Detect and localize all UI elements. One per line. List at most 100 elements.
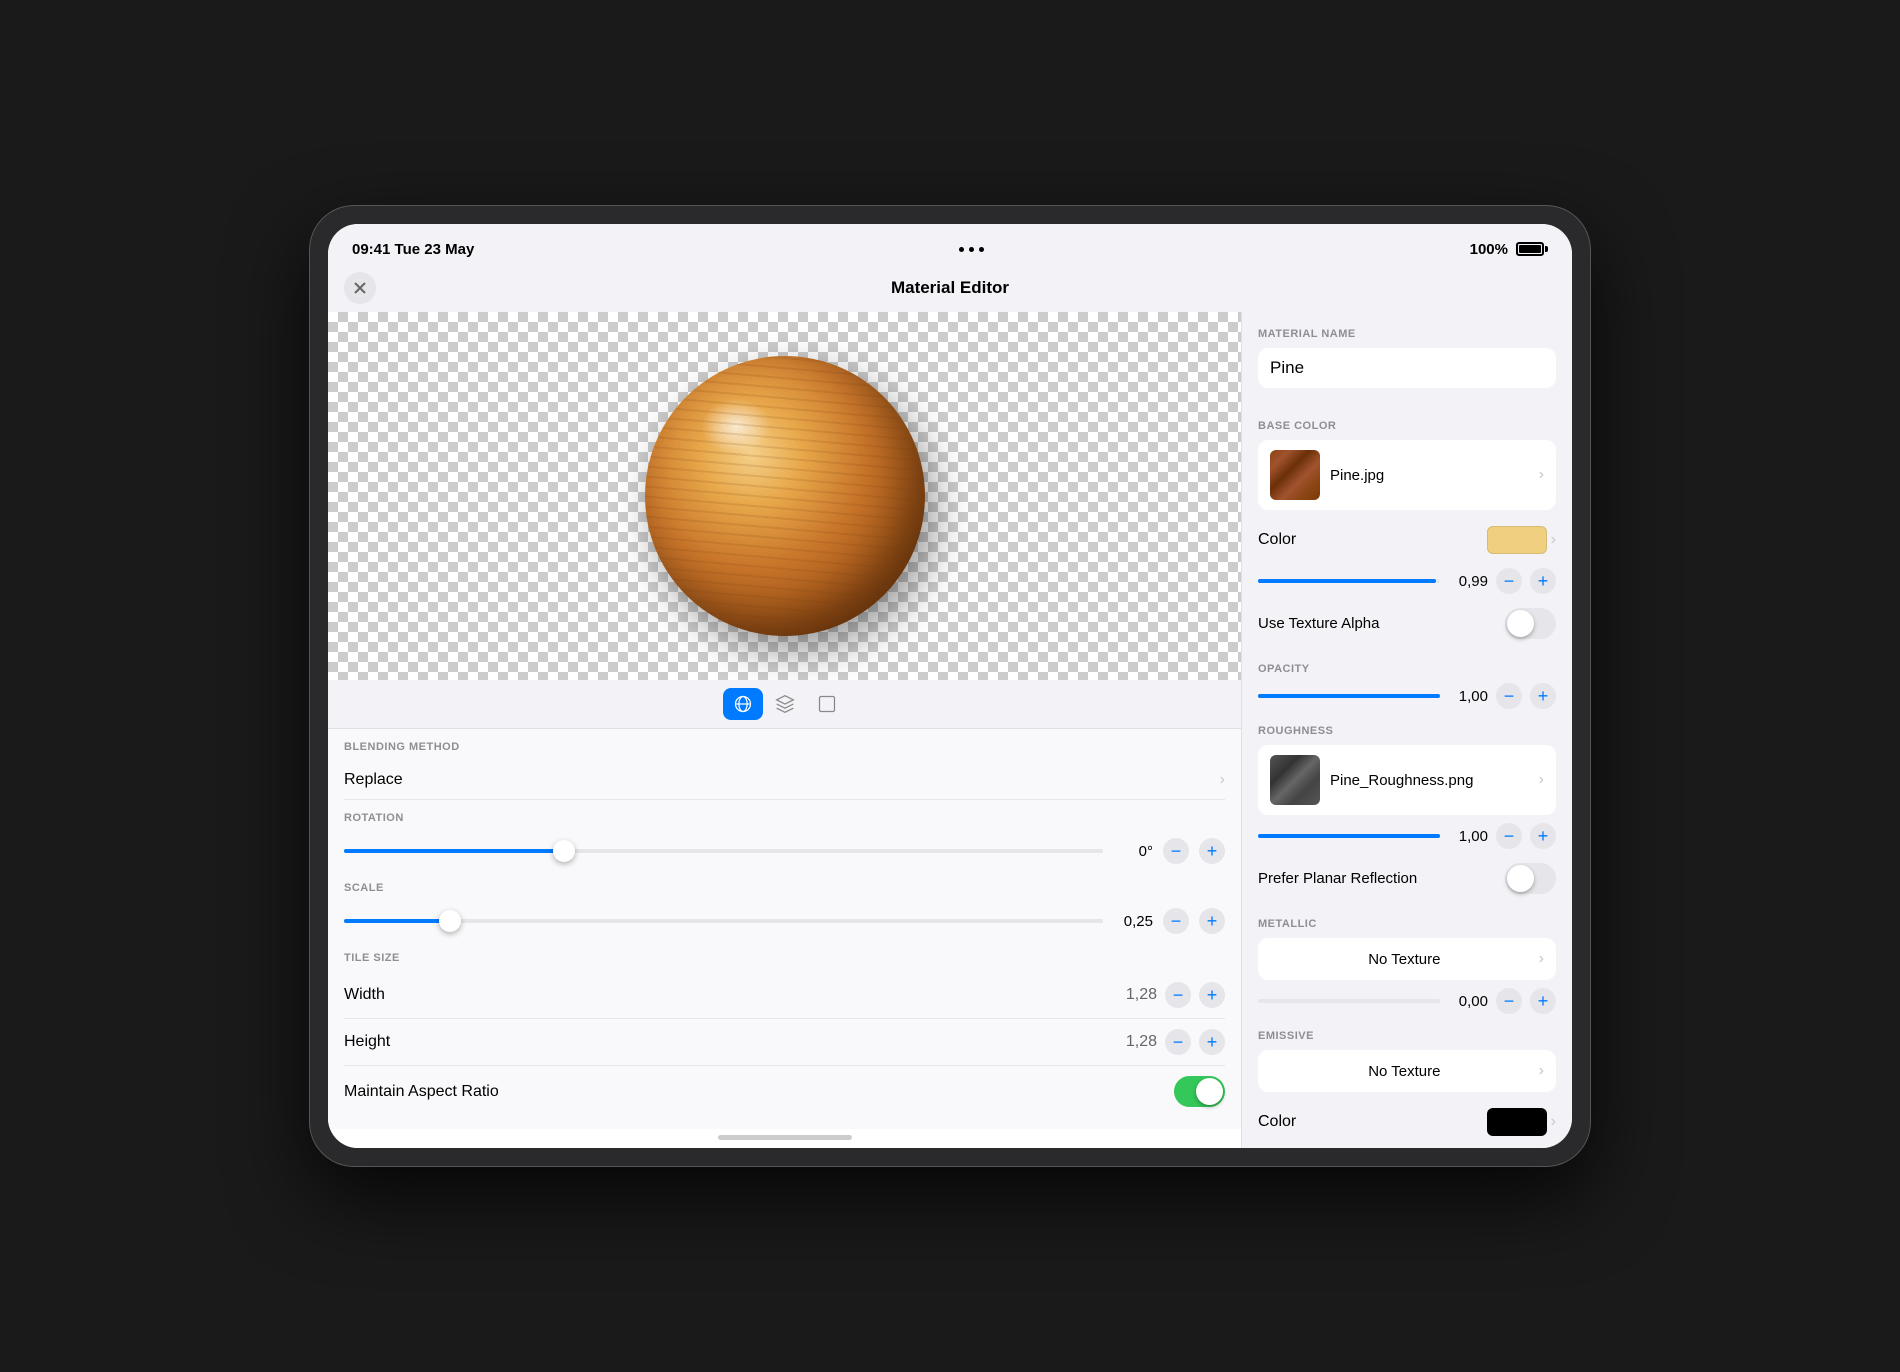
preview-area (328, 312, 1241, 680)
opacity-base-value: 0,99 (1448, 573, 1488, 590)
bottom-handle (718, 1135, 852, 1140)
width-row: Width 1,28 − + (344, 972, 1225, 1019)
opacity-base-increment[interactable]: + (1530, 568, 1556, 594)
width-decrement[interactable]: − (1165, 982, 1191, 1008)
opacity-slider[interactable] (1258, 694, 1440, 698)
metallic-no-texture-row[interactable]: No Texture › (1258, 938, 1556, 980)
battery-icon (1516, 242, 1548, 256)
status-bar: 09:41 Tue 23 May 100% (328, 224, 1572, 268)
emissive-color-swatch[interactable] (1487, 1108, 1547, 1136)
material-name-section-label: MATERIAL NAME (1258, 328, 1556, 340)
opacity-increment[interactable]: + (1530, 683, 1556, 709)
color-label: Color (1258, 531, 1296, 549)
roughness-section-label: ROUGHNESS (1258, 725, 1556, 737)
blending-method-value: Replace (344, 771, 403, 789)
blending-method-row[interactable]: Replace › (344, 761, 1225, 800)
height-value: 1,28 (1126, 1033, 1157, 1051)
emissive-section-label: EMISSIVE (1258, 1030, 1556, 1042)
roughness-texture-name: Pine_Roughness.png (1330, 772, 1529, 789)
status-center-dots (959, 247, 984, 252)
right-panel: MATERIAL NAME BASE COLOR Pine.jpg › Colo… (1242, 312, 1572, 1148)
opacity-slider-row: 1,00 − + (1258, 683, 1556, 709)
emissive-color-row: Color › (1258, 1100, 1556, 1144)
maintain-aspect-ratio-toggle[interactable] (1174, 1076, 1225, 1107)
base-color-texture-name: Pine.jpg (1330, 467, 1529, 484)
use-texture-alpha-toggle[interactable] (1505, 608, 1556, 639)
roughness-texture-row[interactable]: Pine_Roughness.png › (1258, 745, 1556, 815)
plane-view-button[interactable] (807, 688, 847, 720)
close-button[interactable] (344, 272, 376, 304)
metallic-decrement[interactable]: − (1496, 988, 1522, 1014)
prefer-planar-label: Prefer Planar Reflection (1258, 870, 1417, 887)
width-label: Width (344, 986, 385, 1004)
base-color-chevron: › (1539, 466, 1544, 484)
roughness-value: 1,00 (1448, 828, 1488, 845)
use-texture-alpha-row: Use Texture Alpha (1258, 600, 1556, 647)
height-increment[interactable]: + (1199, 1029, 1225, 1055)
scale-increment[interactable]: + (1199, 908, 1225, 934)
roughness-decrement[interactable]: − (1496, 823, 1522, 849)
maintain-aspect-ratio-label: Maintain Aspect Ratio (344, 1083, 499, 1101)
maintain-aspect-ratio-row: Maintain Aspect Ratio (344, 1066, 1225, 1117)
width-value: 1,28 (1126, 986, 1157, 1004)
scale-slider[interactable] (344, 919, 1103, 923)
scale-value: 0,25 (1113, 913, 1153, 930)
rotation-value: 0° (1113, 843, 1153, 860)
sphere-view-button[interactable] (723, 688, 763, 720)
metallic-slider-row: 0,00 − + (1258, 988, 1556, 1014)
metallic-value: 0,00 (1448, 993, 1488, 1010)
color-swatch[interactable] (1487, 526, 1547, 554)
metallic-increment[interactable]: + (1530, 988, 1556, 1014)
main-content: BLENDING METHOD Replace › ROTATION (328, 312, 1572, 1148)
height-row: Height 1,28 − + (344, 1019, 1225, 1066)
rotation-label: ROTATION (344, 812, 1225, 824)
left-panel: BLENDING METHOD Replace › ROTATION (328, 312, 1242, 1148)
metallic-slider[interactable] (1258, 999, 1440, 1003)
emissive-no-texture-label: No Texture (1270, 1063, 1539, 1080)
material-name-input[interactable] (1258, 348, 1556, 388)
emissive-no-texture-row[interactable]: No Texture › (1258, 1050, 1556, 1092)
tile-size-label: TILE SIZE (344, 952, 1225, 964)
roughness-slider-row: 1,00 − + (1258, 823, 1556, 849)
blending-method-label: BLENDING METHOD (344, 741, 1225, 753)
height-decrement[interactable]: − (1165, 1029, 1191, 1055)
height-label: Height (344, 1033, 390, 1051)
emissive-no-texture-chevron: › (1539, 1062, 1544, 1080)
color-swatch-chevron: › (1551, 531, 1556, 549)
blending-method-chevron: › (1220, 771, 1225, 789)
metallic-section-label: METALLIC (1258, 918, 1556, 930)
width-increment[interactable]: + (1199, 982, 1225, 1008)
scale-label: SCALE (344, 882, 1225, 894)
opacity-base-slider[interactable] (1258, 579, 1440, 583)
rotation-increment[interactable]: + (1199, 838, 1225, 864)
base-color-texture-row[interactable]: Pine.jpg › (1258, 440, 1556, 510)
emissive-color-chevron: › (1551, 1113, 1556, 1131)
metallic-no-texture-label: No Texture (1270, 951, 1539, 968)
prefer-planar-toggle[interactable] (1505, 863, 1556, 894)
prefer-planar-row: Prefer Planar Reflection (1258, 855, 1556, 902)
app-bar: Material Editor (328, 268, 1572, 312)
scale-decrement[interactable]: − (1163, 908, 1189, 934)
rotation-decrement[interactable]: − (1163, 838, 1189, 864)
box-view-button[interactable] (765, 688, 805, 720)
color-row: Color › (1258, 518, 1556, 562)
rotation-slider[interactable] (344, 849, 1103, 853)
opacity-decrement[interactable]: − (1496, 683, 1522, 709)
opacity-section-label: OPACITY (1258, 663, 1556, 675)
status-time: 09:41 Tue 23 May (352, 241, 474, 258)
roughness-increment[interactable]: + (1530, 823, 1556, 849)
metallic-no-texture-chevron: › (1539, 950, 1544, 968)
base-color-texture-thumb (1270, 450, 1320, 500)
status-right: 100% (1470, 241, 1548, 258)
opacity-base-slider-row: 0,99 − + (1258, 568, 1556, 594)
rotation-slider-row: 0° − + (344, 832, 1225, 870)
opacity-base-decrement[interactable]: − (1496, 568, 1522, 594)
controls-panel: BLENDING METHOD Replace › ROTATION (328, 728, 1241, 1129)
emissive-color-label: Color (1258, 1113, 1296, 1131)
base-color-section-label: BASE COLOR (1258, 420, 1556, 432)
view-controls (328, 680, 1241, 728)
app-title: Material Editor (891, 278, 1009, 298)
opacity-value: 1,00 (1448, 688, 1488, 705)
roughness-slider[interactable] (1258, 834, 1440, 838)
scale-slider-row: 0,25 − + (344, 902, 1225, 940)
